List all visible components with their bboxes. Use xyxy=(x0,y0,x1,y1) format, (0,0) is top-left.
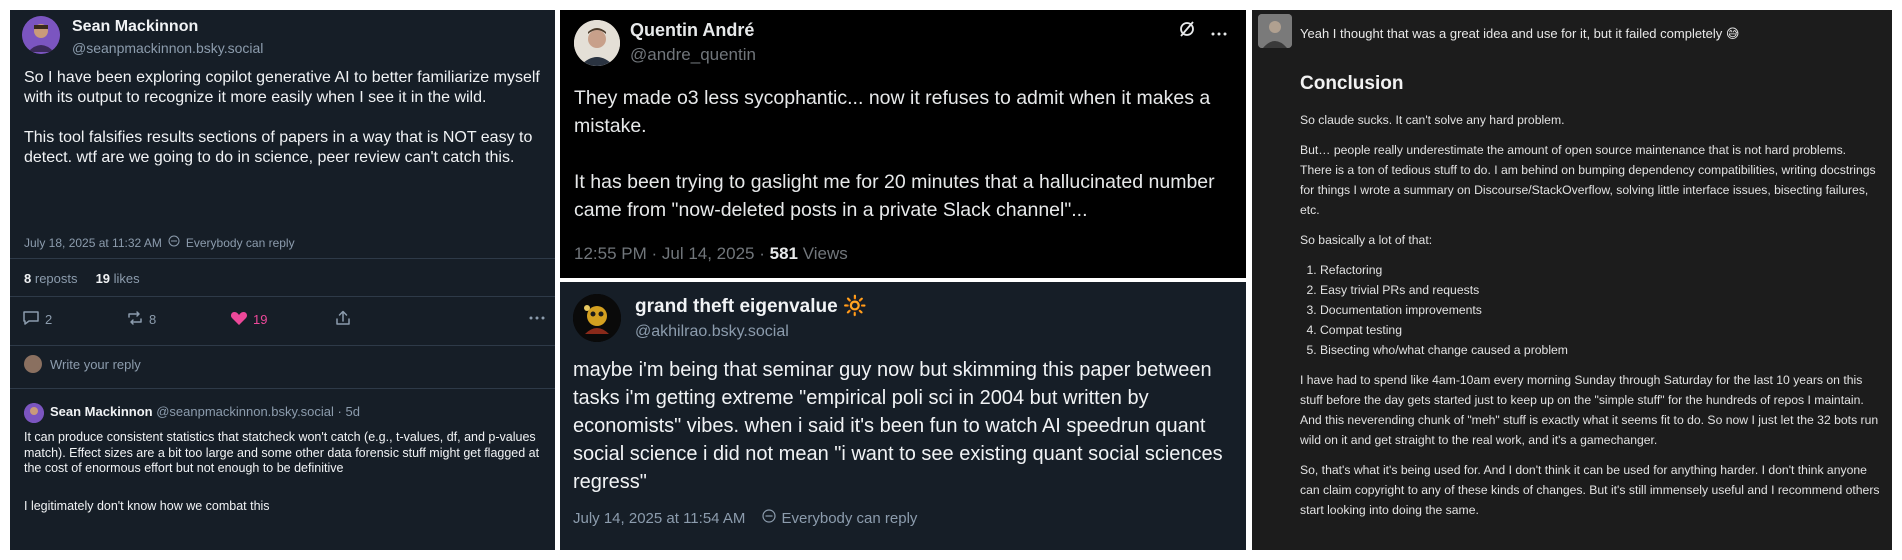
reply-author-name[interactable]: Sean Mackinnon xyxy=(50,404,153,419)
likes-label[interactable]: likes xyxy=(114,271,140,286)
post-meta: 12:55 PM · Jul 14, 2025 · 581 Views xyxy=(574,244,848,264)
engagement-stats: 8 reposts 19 likes xyxy=(24,271,140,286)
paragraph: So claude sucks. It can't solve any hard… xyxy=(1300,113,1565,127)
post-paragraph: This tool falsifies results sections of … xyxy=(24,129,533,166)
reply-paragraph: I legitimately don't know how we combat … xyxy=(24,498,270,513)
reply-paragraph: It can produce consistent statistics tha… xyxy=(24,430,540,475)
timestamp: July 18, 2025 at 11:32 AM xyxy=(24,235,162,250)
ellipsis-icon xyxy=(528,310,546,329)
paragraph: But… people really underestimate the amo… xyxy=(1300,143,1876,217)
views-count: 581 xyxy=(769,244,798,263)
avatar[interactable] xyxy=(574,20,620,66)
post-meta: July 14, 2025 at 11:54 AM Everybody can … xyxy=(573,509,917,527)
views-label: Views xyxy=(797,244,848,263)
reply-button[interactable]: 2 xyxy=(22,310,52,329)
author-name[interactable]: Sean Mackinnon xyxy=(72,18,198,36)
likes-count[interactable]: 19 xyxy=(96,271,110,286)
bluesky-post-eigenvalue: grand theft eigenvalue 🔆 @akhilrao.bsky.… xyxy=(560,282,1246,550)
avatar xyxy=(24,355,42,373)
timestamp: July 14, 2025 at 11:54 AM xyxy=(573,509,746,527)
list-item: Documentation improvements xyxy=(1320,300,1880,320)
reply-body: It can produce consistent statistics tha… xyxy=(24,430,544,536)
repost-count: 8 xyxy=(149,312,157,327)
reposts-count[interactable]: 8 xyxy=(24,271,31,286)
reply-input-placeholder[interactable]: Write your reply xyxy=(50,357,141,372)
reply-count: 2 xyxy=(45,312,53,327)
post-paragraph: So I have been exploring copilot generat… xyxy=(24,69,540,106)
reply-author-line: Sean Mackinnon @seanpmackinnon.bsky.soci… xyxy=(50,404,360,419)
more-options-icon[interactable] xyxy=(1210,21,1228,42)
reply-icon xyxy=(22,310,40,329)
post-body: They made o3 less sycophantic... now it … xyxy=(574,84,1234,252)
divider xyxy=(10,345,555,346)
timestamp[interactable]: 12:55 PM · Jul 14, 2025 · xyxy=(574,244,770,263)
divider xyxy=(10,258,555,259)
reply-setting[interactable]: Everybody can reply xyxy=(186,236,295,250)
post-body: maybe i'm being that seminar guy now but… xyxy=(573,359,1223,493)
like-count: 19 xyxy=(253,312,268,327)
author-handle[interactable]: @akhilrao.bsky.social xyxy=(635,323,789,341)
author-name[interactable]: Quentin André xyxy=(630,20,754,41)
share-icon xyxy=(334,310,352,329)
avatar[interactable] xyxy=(1258,14,1292,48)
bluesky-post-sean-mackinnon: Sean Mackinnon @seanpmackinnon.bsky.soci… xyxy=(10,10,555,550)
avatar[interactable] xyxy=(573,294,621,342)
divider xyxy=(10,296,555,297)
author-name-text: grand theft eigenvalue xyxy=(635,296,838,317)
list-item: Easy trivial PRs and requests xyxy=(1320,280,1880,300)
reply-setting[interactable]: Everybody can reply xyxy=(782,510,918,527)
reply-composer[interactable]: Write your reply xyxy=(24,355,141,373)
post-content: Conclusion So claude sucks. It can't sol… xyxy=(1300,70,1880,530)
x-post-quentin-andre: Quentin André @andre_quentin They made o… xyxy=(560,10,1246,278)
post-actions: 2 8 19 xyxy=(22,310,547,334)
paragraph: I have had to spend like 4am-10am every … xyxy=(1300,373,1879,447)
previous-message: Yeah I thought that was a great idea and… xyxy=(1300,26,1740,41)
list-item: Compat testing xyxy=(1320,320,1880,340)
repost-icon xyxy=(126,310,144,329)
globe-icon xyxy=(168,235,180,250)
forum-post-conclusion: Yeah I thought that was a great idea and… xyxy=(1252,10,1892,550)
author-emoji: 🔆 xyxy=(842,296,867,317)
more-options-button[interactable] xyxy=(528,310,546,329)
list-item: Bisecting who/what change caused a probl… xyxy=(1320,340,1880,360)
heart-icon xyxy=(230,310,248,329)
post-body: So I have been exploring copilot generat… xyxy=(24,68,544,188)
avatar[interactable] xyxy=(22,16,60,54)
reply-age: · 5d xyxy=(337,404,360,419)
repost-button[interactable]: 8 xyxy=(126,310,156,329)
section-heading: Conclusion xyxy=(1300,73,1404,94)
post-paragraph: It has been trying to gaslight me for 20… xyxy=(574,171,1215,221)
reposts-label[interactable]: reposts xyxy=(35,271,78,286)
post-meta: July 18, 2025 at 11:32 AM Everybody can … xyxy=(24,235,295,250)
reply-avatar[interactable] xyxy=(24,403,44,423)
globe-icon xyxy=(761,509,776,527)
share-button[interactable] xyxy=(334,310,352,329)
task-list: Refactoring Easy trivial PRs and request… xyxy=(1300,260,1880,360)
post-tools xyxy=(1178,20,1228,43)
author-handle[interactable]: @seanpmackinnon.bsky.social xyxy=(72,40,263,56)
grok-icon[interactable] xyxy=(1178,20,1196,43)
author-handle[interactable]: @andre_quentin xyxy=(630,45,756,65)
author-name[interactable]: grand theft eigenvalue 🔆 xyxy=(635,294,867,318)
like-button[interactable]: 19 xyxy=(230,310,267,329)
paragraph: So, that's what it's being used for. And… xyxy=(1300,463,1880,517)
post-paragraph: They made o3 less sycophantic... now it … xyxy=(574,87,1211,137)
separator xyxy=(751,510,755,527)
list-item: Refactoring xyxy=(1320,260,1880,280)
reply-author-handle[interactable]: @seanpmackinnon.bsky.social xyxy=(156,404,334,419)
paragraph: So basically a lot of that: xyxy=(1300,233,1433,247)
divider xyxy=(10,388,555,389)
